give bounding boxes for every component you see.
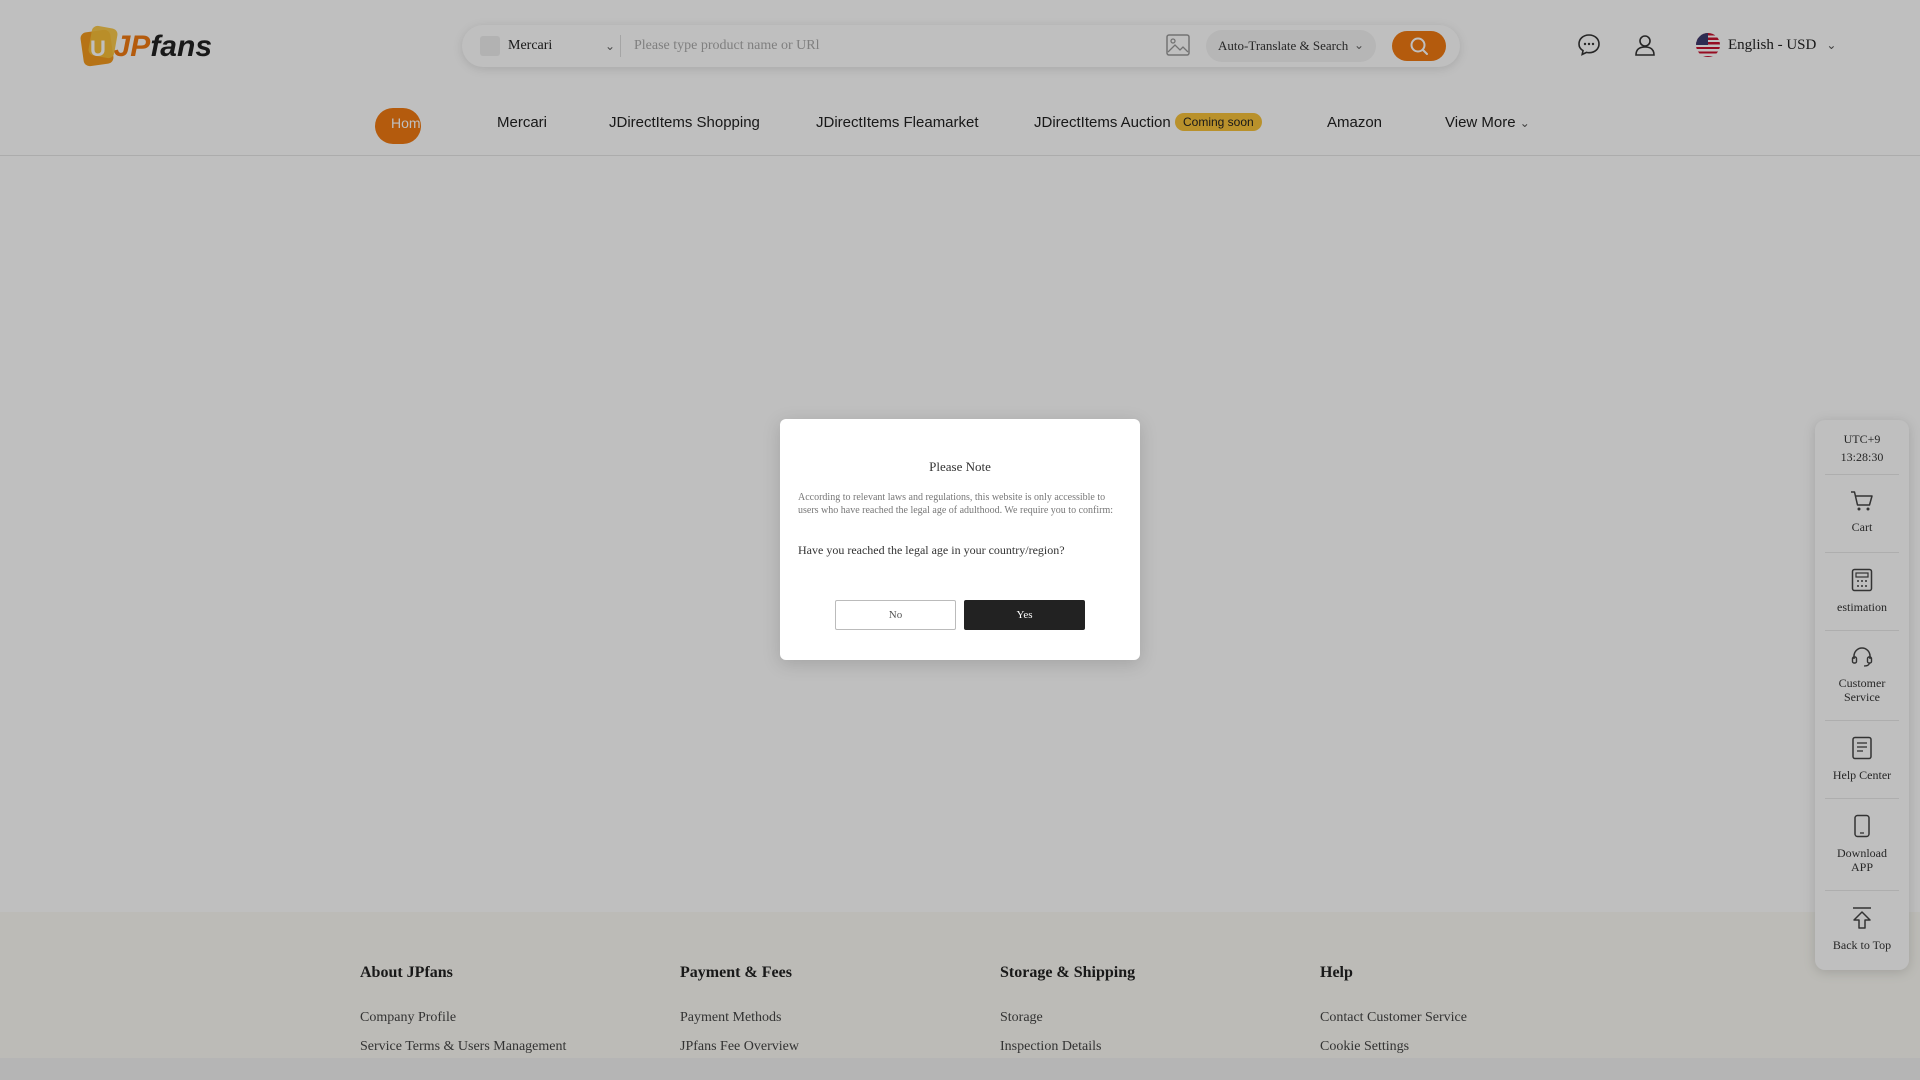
modal-question: Have you reached the legal age in your c…	[798, 543, 1065, 557]
no-button[interactable]: No	[835, 600, 956, 630]
modal-title: Please Note	[929, 459, 991, 474]
modal-message: According to relevant laws and regulatio…	[798, 492, 1114, 516]
age-verification-modal: Please Note According to relevant laws a…	[780, 419, 1140, 660]
yes-button[interactable]: Yes	[964, 600, 1085, 630]
